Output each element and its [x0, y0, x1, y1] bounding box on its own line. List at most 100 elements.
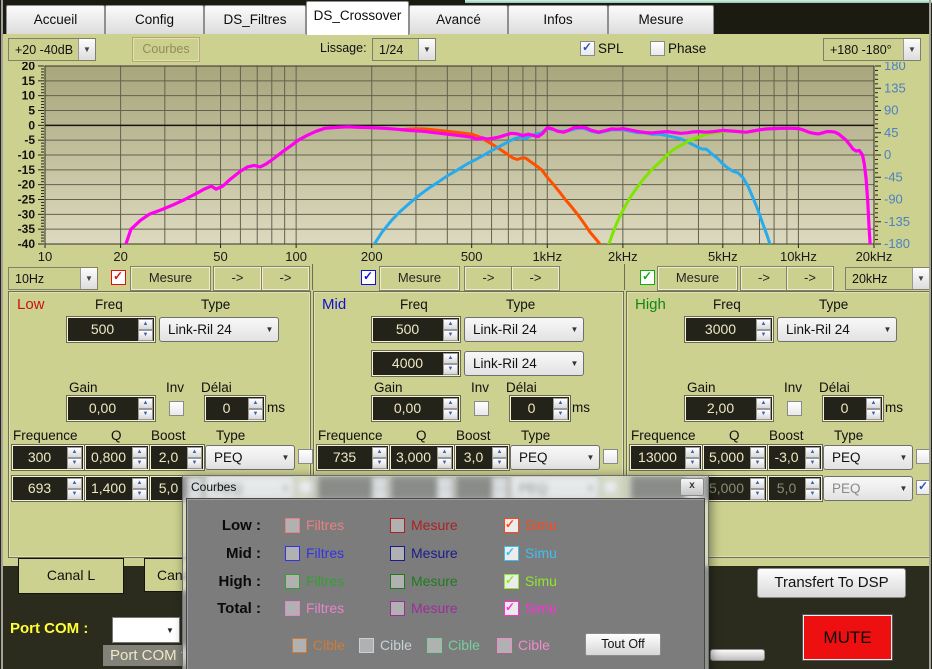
low-trace-checkbox[interactable]: [111, 270, 126, 285]
low-peq1-boost-spinner[interactable]: 2,0▲▼: [150, 445, 204, 470]
high-peq2-q-spinner[interactable]: 5,000▲▼: [703, 476, 767, 501]
high-mesure-checkbox[interactable]: [390, 574, 405, 589]
high-filtres-checkbox[interactable]: [285, 574, 300, 589]
spin-down-icon[interactable]: ▼: [67, 458, 82, 469]
spin-up-icon[interactable]: ▲: [132, 447, 147, 458]
high-peq2-type-select[interactable]: PEQ▼: [823, 476, 913, 501]
spl-checkbox[interactable]: [580, 41, 595, 56]
tab-ds-crossover[interactable]: DS_Crossover: [306, 1, 409, 35]
cible-high-checkbox[interactable]: [427, 638, 442, 653]
low-gain-spinner[interactable]: 0,00▲▼: [67, 396, 155, 421]
courbes-button[interactable]: Courbes: [133, 38, 199, 61]
spin-up-icon[interactable]: ▲: [750, 447, 765, 458]
low-xover-freq-spinner[interactable]: 500▲▼: [67, 317, 155, 342]
cible-low-checkbox[interactable]: [292, 638, 307, 653]
chevron-down-icon[interactable]: ▼: [566, 325, 583, 334]
low-mesure-checkbox[interactable]: [390, 518, 405, 533]
mid-mesure-button[interactable]: Mesure: [380, 267, 459, 290]
spin-down-icon[interactable]: ▼: [492, 458, 507, 469]
mid-trace-checkbox[interactable]: [361, 270, 376, 285]
chevron-down-icon[interactable]: ▼: [879, 325, 896, 334]
high-xover-freq-spinner[interactable]: 3000▲▼: [685, 317, 773, 342]
spin-up-icon[interactable]: ▲: [492, 447, 507, 458]
spin-down-icon[interactable]: ▼: [437, 458, 452, 469]
high-simu-checkbox[interactable]: [504, 574, 519, 589]
spin-down-icon[interactable]: ▼: [132, 489, 147, 500]
low-peq1-q-spinner[interactable]: 0,800▲▼: [85, 445, 149, 470]
chevron-down-icon[interactable]: ▼: [418, 39, 435, 60]
cible-total-checkbox[interactable]: [497, 638, 512, 653]
spin-down-icon[interactable]: ▼: [248, 409, 263, 420]
low-arrow-button-1[interactable]: ->: [214, 267, 261, 290]
tab-mesure[interactable]: Mesure: [608, 5, 714, 34]
spin-up-icon[interactable]: ▲: [805, 478, 820, 489]
high-arrow-button-1[interactable]: ->: [741, 267, 787, 290]
chevron-down-icon[interactable]: ▼: [261, 325, 278, 334]
spin-down-icon[interactable]: ▼: [805, 458, 820, 469]
low-simu-checkbox[interactable]: [504, 518, 519, 533]
spin-up-icon[interactable]: ▲: [553, 398, 568, 409]
spin-up-icon[interactable]: ▲: [437, 447, 452, 458]
mid-peq1-q-spinner[interactable]: 3,000▲▼: [390, 445, 454, 470]
high-arrow-button-2[interactable]: ->: [787, 267, 833, 290]
high-delai-spinner[interactable]: 0▲▼: [823, 396, 883, 421]
spin-up-icon[interactable]: ▲: [138, 319, 153, 330]
tab-avance[interactable]: Avancé: [409, 5, 508, 34]
total-filtres-checkbox[interactable]: [285, 601, 300, 616]
tab-accueil[interactable]: Accueil: [6, 5, 105, 34]
spin-up-icon[interactable]: ▲: [756, 319, 771, 330]
mid-simu-checkbox[interactable]: [504, 546, 519, 561]
mid-xover2-type-select[interactable]: Link-Ril 24▼: [464, 351, 584, 376]
spin-up-icon[interactable]: ▲: [248, 398, 263, 409]
spin-up-icon[interactable]: ▲: [805, 447, 820, 458]
spin-down-icon[interactable]: ▼: [443, 364, 458, 375]
spin-up-icon[interactable]: ▲: [750, 478, 765, 489]
spin-down-icon[interactable]: ▼: [187, 458, 202, 469]
end-freq-select[interactable]: 20kHz▼: [845, 267, 930, 290]
start-freq-select[interactable]: 10Hz▼: [8, 267, 98, 290]
mid-xover1-freq-spinner[interactable]: 500▲▼: [372, 317, 460, 342]
total-simu-checkbox[interactable]: [504, 601, 519, 616]
db-range-select[interactable]: +20 -40dB▼: [8, 38, 96, 61]
tout-off-button[interactable]: Tout Off: [585, 633, 661, 656]
phase-checkbox[interactable]: [650, 41, 665, 56]
close-icon[interactable]: x: [680, 478, 704, 496]
spin-up-icon[interactable]: ▲: [67, 478, 82, 489]
spin-down-icon[interactable]: ▼: [138, 330, 153, 341]
tab-ds-filtres[interactable]: DS_Filtres: [204, 5, 306, 34]
spin-down-icon[interactable]: ▼: [805, 489, 820, 500]
spin-down-icon[interactable]: ▼: [67, 489, 82, 500]
spin-down-icon[interactable]: ▼: [138, 409, 153, 420]
low-peq2-q-spinner[interactable]: 1,400▲▼: [85, 476, 149, 501]
chevron-down-icon[interactable]: ▼: [912, 268, 929, 289]
spin-up-icon[interactable]: ▲: [132, 478, 147, 489]
spin-down-icon[interactable]: ▼: [750, 489, 765, 500]
high-peq1-boost-spinner[interactable]: -3,0▲▼: [768, 445, 822, 470]
mid-peq1-freq-spinner[interactable]: 735▲▼: [317, 445, 389, 470]
spin-up-icon[interactable]: ▲: [866, 398, 881, 409]
spin-down-icon[interactable]: ▼: [443, 330, 458, 341]
port-com-select[interactable]: ▼: [112, 617, 180, 643]
spin-up-icon[interactable]: ▲: [443, 398, 458, 409]
chevron-down-icon[interactable]: ▼: [78, 39, 95, 60]
low-peq1-checkbox[interactable]: [298, 449, 313, 464]
mid-xover2-freq-spinner[interactable]: 4000▲▼: [372, 351, 460, 376]
spin-up-icon[interactable]: ▲: [372, 447, 387, 458]
low-delai-spinner[interactable]: 0▲▼: [205, 396, 265, 421]
mid-gain-spinner[interactable]: 0,00▲▼: [372, 396, 460, 421]
spin-up-icon[interactable]: ▲: [443, 319, 458, 330]
spin-down-icon[interactable]: ▼: [866, 409, 881, 420]
chevron-down-icon[interactable]: ▼: [277, 453, 294, 462]
spin-down-icon[interactable]: ▼: [750, 458, 765, 469]
transfert-to-dsp-button[interactable]: Transfert To DSP: [757, 568, 906, 598]
mid-delai-spinner[interactable]: 0▲▼: [510, 396, 570, 421]
spin-up-icon[interactable]: ▲: [756, 398, 771, 409]
high-peq1-freq-spinner[interactable]: 13000▲▼: [630, 445, 702, 470]
phase-range-select[interactable]: +180 -180°▼: [823, 38, 921, 61]
spin-down-icon[interactable]: ▼: [443, 409, 458, 420]
mid-xover1-type-select[interactable]: Link-Ril 24▼: [464, 317, 584, 342]
lissage-select[interactable]: 1/24▼: [372, 38, 436, 61]
chevron-down-icon[interactable]: ▼: [161, 626, 179, 635]
low-xover-type-select[interactable]: Link-Ril 24▼: [159, 317, 279, 342]
low-arrow-button-2[interactable]: ->: [262, 267, 309, 290]
